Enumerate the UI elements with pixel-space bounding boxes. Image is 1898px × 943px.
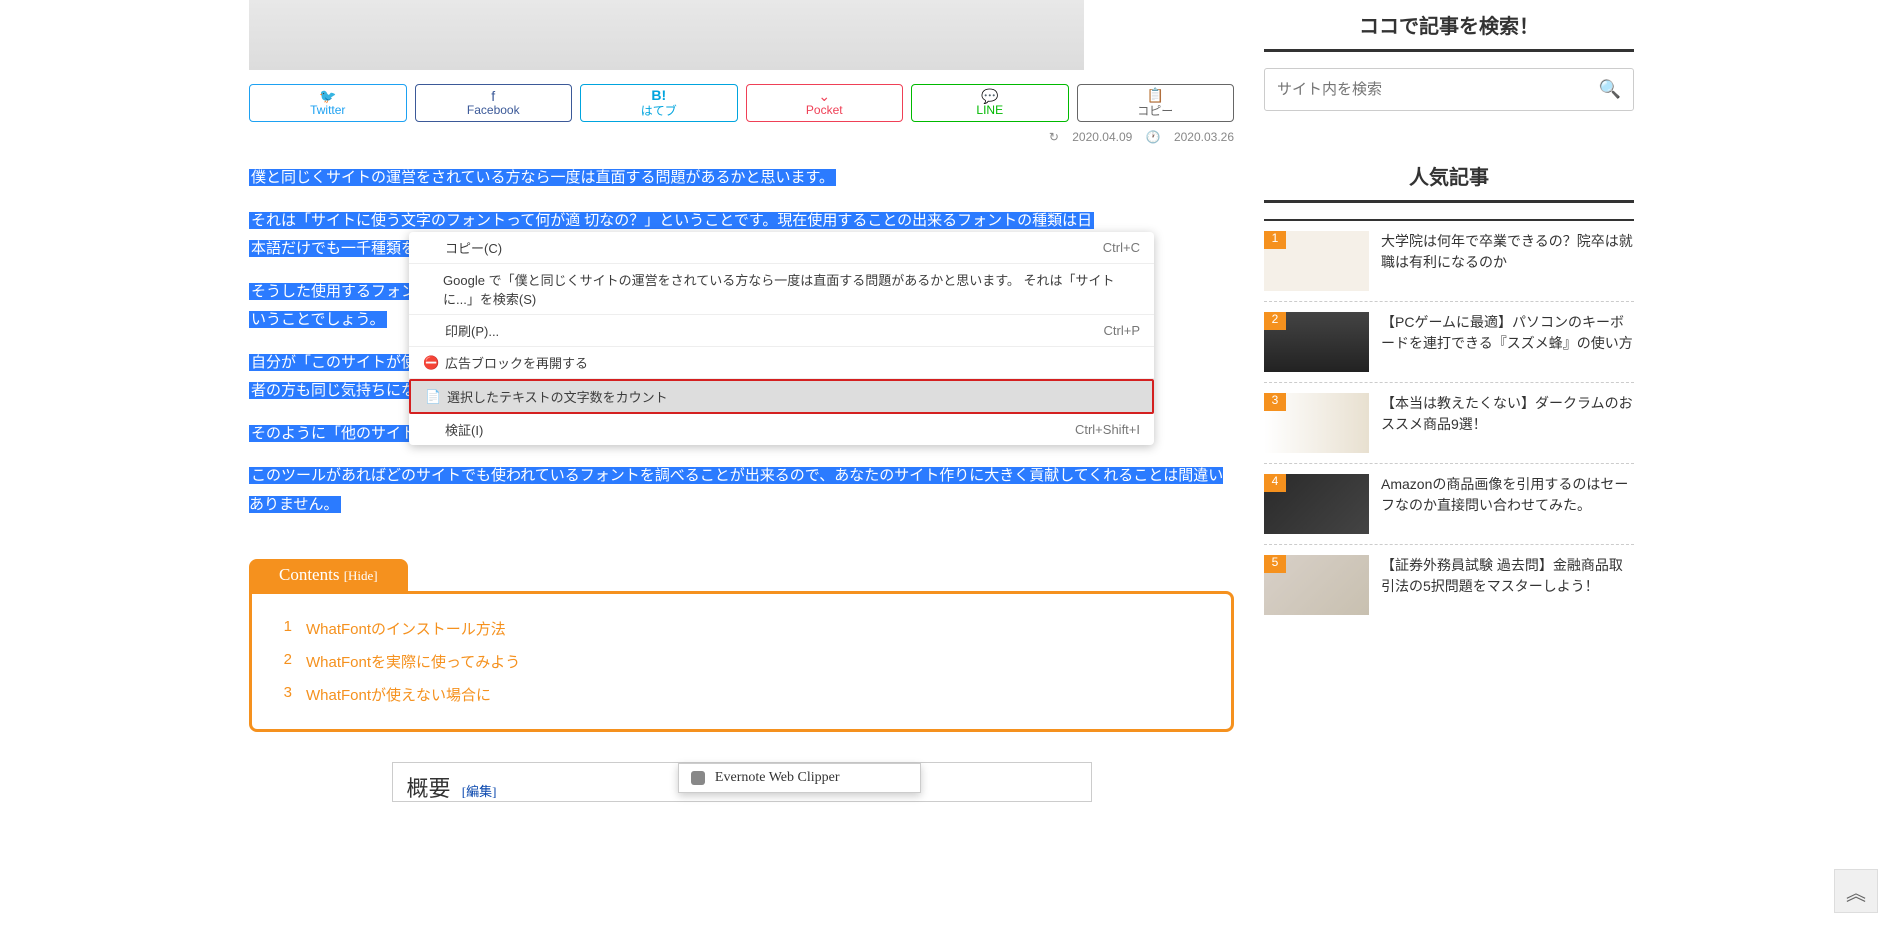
search-section-title: ココで記事を検索！: [1264, 0, 1634, 52]
popular-item[interactable]: 5 【証券外務員試験 過去問】金融商品取引法の5択問題をマスターしよう！: [1264, 544, 1634, 625]
popular-rank: 4: [1264, 474, 1286, 492]
context-menu: コピー(C)Ctrl+C Google で「僕と同じくサイトの運営をされている方…: [409, 232, 1154, 445]
wiki-heading: 概要: [407, 776, 451, 801]
popular-title: 【証券外務員試験 過去問】金融商品取引法の5択問題をマスターしよう！: [1381, 555, 1634, 615]
popular-list: 1 大学院は何年で卒業できるの？院卒は就職は有利になるのか 2 【PCゲームに最…: [1264, 219, 1634, 625]
popular-title: Amazonの商品画像を引用するのはセーフなのか直接問い合わせてみた。: [1381, 474, 1634, 534]
twitter-icon: 🐦: [319, 89, 336, 103]
toc-item[interactable]: 3WhatFontが使えない場合に: [276, 678, 1207, 711]
share-twitter[interactable]: 🐦Twitter: [249, 84, 407, 122]
line-icon: 💬: [981, 89, 998, 103]
hatena-icon: B!: [651, 88, 666, 102]
evernote-icon: [691, 771, 705, 785]
toc-body: 1WhatFontのインストール方法 2WhatFontを実際に使ってみよう 3…: [249, 591, 1234, 732]
ctx-google-search[interactable]: Google で「僕と同じくサイトの運営をされている方なら一度は直面する問題があ…: [409, 264, 1154, 315]
popular-section-title: 人気記事: [1264, 151, 1634, 203]
toc-heading: Contents [Hide]: [249, 559, 408, 591]
toc-label: WhatFontのインストール方法: [306, 618, 506, 639]
ctx-adblock[interactable]: ⛔広告ブロックを再開する: [409, 347, 1154, 379]
popular-item[interactable]: 2 【PCゲームに最適】パソコンのキーボードを連打できる『スズメ蜂』の使い方: [1264, 301, 1634, 382]
hero-image: [249, 0, 1084, 70]
count-icon: 📄: [425, 389, 447, 405]
popular-thumb: 2: [1264, 312, 1369, 372]
selected-text: いうことでしょう。: [249, 311, 387, 328]
adblock-icon: ⛔: [423, 355, 445, 371]
popular-item[interactable]: 1 大学院は何年で卒業できるの？院卒は就職は有利になるのか: [1264, 219, 1634, 301]
back-to-top-button[interactable]: ︽: [1834, 869, 1878, 913]
toc-hide-toggle[interactable]: [Hide]: [344, 568, 378, 583]
ctx-print[interactable]: 印刷(P)...Ctrl+P: [409, 315, 1154, 347]
table-of-contents: Contents [Hide] 1WhatFontのインストール方法 2What…: [249, 559, 1234, 732]
share-facebook[interactable]: fFacebook: [415, 84, 573, 122]
selected-text: このツールがあればどのサイトでも使われているフォントを調べることが出来るので、あ…: [249, 467, 1223, 513]
facebook-icon: f: [491, 89, 495, 103]
popular-rank: 5: [1264, 555, 1286, 573]
search-input[interactable]: [1277, 81, 1599, 98]
ctx-count-chars[interactable]: 📄選択したテキストの文字数をカウント: [409, 379, 1154, 414]
published-date: 🕐 2020.03.26: [1146, 130, 1234, 144]
popular-title: 大学院は何年で卒業できるの？院卒は就職は有利になるのか: [1381, 231, 1634, 291]
selected-text: それは「サイトに使う文字のフォントって何が適: [249, 212, 582, 229]
popular-rank: 2: [1264, 312, 1286, 330]
toc-label: WhatFontが使えない場合に: [306, 684, 491, 705]
popular-thumb: 3: [1264, 393, 1369, 453]
share-line[interactable]: 💬LINE: [911, 84, 1069, 122]
share-label: はてブ: [641, 102, 677, 119]
popular-thumb: 5: [1264, 555, 1369, 615]
copy-icon: 📋: [1147, 88, 1164, 102]
share-hatena[interactable]: B!はてブ: [580, 84, 738, 122]
selected-text: 切なの？」ということです。現在使用することの出来るフォントの種類は日: [582, 212, 1094, 229]
share-pocket[interactable]: ⌄Pocket: [746, 84, 904, 122]
share-buttons: 🐦Twitter fFacebook B!はてブ ⌄Pocket 💬LINE 📋…: [249, 84, 1234, 122]
popular-title: 【本当は教えたくない】ダークラムのおススメ商品9選！: [1381, 393, 1634, 453]
popular-title: 【PCゲームに最適】パソコンのキーボードを連打できる『スズメ蜂』の使い方: [1381, 312, 1634, 372]
ctx-inspect[interactable]: 検証(I)Ctrl+Shift+I: [409, 414, 1154, 445]
wiki-edit-link[interactable]: [編集]: [462, 784, 497, 799]
share-copy[interactable]: 📋コピー: [1077, 84, 1235, 122]
share-label: コピー: [1137, 102, 1173, 119]
popular-item[interactable]: 4 Amazonの商品画像を引用するのはセーフなのか直接問い合わせてみた。: [1264, 463, 1634, 544]
evernote-clipper-popup[interactable]: Evernote Web Clipper: [678, 763, 921, 793]
updated-date: ↻ 2020.04.09: [1049, 130, 1132, 144]
popular-item[interactable]: 3 【本当は教えたくない】ダークラムのおススメ商品9選！: [1264, 382, 1634, 463]
share-label: Pocket: [806, 103, 843, 117]
toc-item[interactable]: 2WhatFontを実際に使ってみよう: [276, 645, 1207, 678]
pocket-icon: ⌄: [818, 89, 830, 103]
selected-text: 僕と同じくサイトの運営をされている方なら一度は直面する問題があるかと思います。: [249, 169, 836, 186]
share-label: Twitter: [310, 103, 345, 117]
popular-rank: 1: [1264, 231, 1286, 249]
evernote-label: Evernote Web Clipper: [715, 770, 840, 786]
footer-embed: 概要 [編集] Evernote Web Clipper: [249, 762, 1234, 802]
popular-thumb: 4: [1264, 474, 1369, 534]
wiki-snippet: 概要 [編集] Evernote Web Clipper: [392, 762, 1092, 802]
ctx-copy[interactable]: コピー(C)Ctrl+C: [409, 232, 1154, 264]
search-box[interactable]: 🔍: [1264, 68, 1634, 111]
share-label: LINE: [976, 103, 1003, 117]
share-label: Facebook: [467, 103, 520, 117]
popular-rank: 3: [1264, 393, 1286, 411]
search-icon[interactable]: 🔍: [1599, 79, 1621, 100]
toc-item[interactable]: 1WhatFontのインストール方法: [276, 612, 1207, 645]
chevron-up-icon: ︽: [1846, 877, 1866, 906]
popular-thumb: 1: [1264, 231, 1369, 291]
toc-label: WhatFontを実際に使ってみよう: [306, 651, 520, 672]
post-dates: ↻ 2020.04.09 🕐 2020.03.26: [249, 130, 1234, 144]
